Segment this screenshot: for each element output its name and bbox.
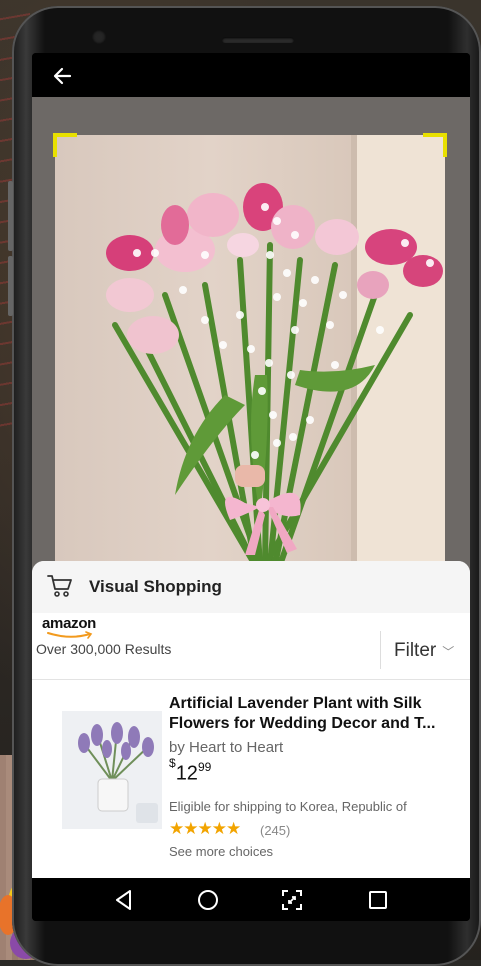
nav-home-button[interactable]	[194, 886, 222, 914]
home-circle-icon	[198, 890, 218, 910]
amazon-logo: amazon	[42, 615, 112, 641]
review-count[interactable]: (245)	[260, 823, 290, 838]
earpiece-speaker	[222, 37, 294, 43]
system-nav-bar	[32, 878, 470, 921]
phone-screen: Visual Shopping amazon Over 300,000 Resu…	[32, 53, 470, 921]
price-whole: 12	[175, 762, 198, 785]
visual-shopping-sheet: Visual Shopping amazon Over 300,000 Resu…	[32, 561, 470, 878]
volume-up-button	[8, 181, 13, 251]
shipping-info: Eligible for shipping to Korea, Republic…	[169, 799, 407, 814]
screen-capture-icon	[282, 890, 302, 910]
filter-button[interactable]: Filter ﹀	[394, 640, 454, 662]
nav-back-button[interactable]	[110, 886, 138, 914]
top-bar	[32, 53, 470, 97]
chevron-down-icon: ﹀	[442, 644, 455, 659]
back-arrow-icon	[53, 67, 72, 85]
product-price: $1299	[169, 756, 212, 785]
price-cents: 99	[197, 760, 212, 775]
amazon-wordmark: amazon	[42, 615, 97, 632]
sheet-header: Visual Shopping	[32, 561, 470, 613]
shopping-cart-icon	[46, 573, 74, 599]
back-button[interactable]	[50, 63, 76, 89]
scan-corner-top-left	[53, 133, 77, 157]
star-rating: ★★★★★	[169, 819, 241, 838]
scanned-photo	[55, 135, 445, 575]
more-choices-link[interactable]: See more choices	[169, 844, 273, 859]
sheet-title: Visual Shopping	[89, 577, 222, 596]
divider	[380, 631, 381, 669]
front-camera	[92, 30, 106, 44]
price-currency: $	[169, 756, 176, 770]
product-image[interactable]	[62, 711, 162, 829]
amazon-smile-icon	[47, 631, 93, 639]
results-count: Over 300,000 Results	[36, 641, 172, 657]
filter-label: Filter	[394, 640, 437, 661]
volume-down-button	[8, 256, 13, 316]
camera-viewfinder[interactable]	[32, 97, 470, 617]
tulip-bouquet-image	[106, 135, 445, 575]
recents-square-icon	[369, 891, 387, 909]
product-seller: by Heart to Heart	[169, 739, 284, 756]
back-triangle-icon	[116, 890, 131, 910]
product-title[interactable]: Artificial Lavender Plant with Silk Flow…	[169, 694, 464, 734]
nav-recents-button[interactable]	[364, 886, 392, 914]
scan-corner-top-right	[423, 133, 447, 157]
divider	[32, 679, 470, 680]
nav-capture-button[interactable]	[278, 886, 306, 914]
